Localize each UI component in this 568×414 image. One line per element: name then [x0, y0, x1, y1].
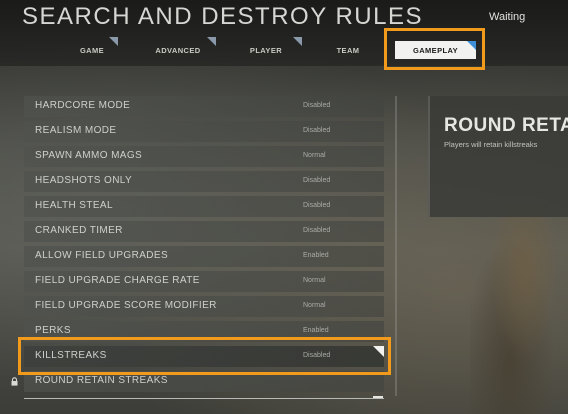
rule-row-cranked-timer[interactable]: CRANKED TIMER Disabled [24, 221, 384, 242]
rule-value: Disabled [303, 227, 331, 234]
rule-row-spawn-ammo-mags[interactable]: SPAWN AMMO MAGS Normal [24, 146, 384, 167]
rule-value: Normal [303, 302, 326, 309]
rule-value: Enabled [303, 327, 329, 334]
tab-label: ADVANCED [155, 45, 201, 55]
detail-title: ROUND RETA [444, 115, 568, 136]
tab-corner-icon [467, 41, 476, 50]
page-title: SEARCH AND DESTROY RULES [22, 3, 423, 30]
rule-row-headshots-only[interactable]: HEADSHOTS ONLY Disabled [24, 171, 384, 192]
rule-row-killstreaks[interactable]: KILLSTREAKS Disabled [24, 346, 384, 367]
tab-team[interactable]: TEAM [322, 37, 374, 63]
row-corner-icon [373, 346, 384, 357]
rule-label: HEADSHOTS ONLY [35, 175, 133, 186]
rule-row-allow-field-upgrades[interactable]: ALLOW FIELD UPGRADES Enabled [24, 246, 384, 267]
rule-value: Disabled [303, 352, 331, 359]
panel-divider [395, 96, 397, 396]
rule-label: FIELD UPGRADE SCORE MODIFIER [35, 300, 217, 311]
tab-label: TEAM [336, 45, 360, 55]
rule-row-round-retain-streaks[interactable]: ROUND RETAIN STREAKS [24, 371, 384, 392]
rule-value: Normal [303, 152, 326, 159]
rule-row-hardcore-mode[interactable]: HARDCORE MODE Disabled [24, 96, 384, 117]
tab-game[interactable]: GAME [66, 37, 118, 63]
tab-label: PLAYER [249, 45, 283, 55]
tab-player[interactable]: PLAYER [230, 37, 302, 63]
lock-icon [11, 377, 18, 386]
rule-label: HARDCORE MODE [35, 100, 131, 111]
tab-corner-icon [293, 37, 302, 46]
rule-row-field-upgrade-charge-rate[interactable]: FIELD UPGRADE CHARGE RATE Normal [24, 271, 384, 292]
rule-row-field-upgrade-score-modifier[interactable]: FIELD UPGRADE SCORE MODIFIER Normal [24, 296, 384, 317]
tab-corner-icon [109, 37, 118, 46]
rule-value: Enabled [303, 252, 329, 259]
rule-label: HEALTH STEAL [35, 200, 113, 211]
rule-label: CRANKED TIMER [35, 225, 123, 236]
rule-label: PERKS [35, 325, 71, 336]
detail-description: Players will retain killstreaks [444, 140, 538, 149]
rule-value: Normal [303, 277, 326, 284]
rule-label: SPAWN AMMO MAGS [35, 150, 143, 161]
background-soldier [470, 205, 568, 414]
rule-value: Disabled [303, 177, 331, 184]
rule-label: ROUND RETAIN STREAKS [35, 375, 168, 386]
rule-value: Disabled [303, 127, 331, 134]
rules-list: HARDCORE MODE Disabled REALISM MODE Disa… [24, 96, 384, 396]
lobby-status: Waiting [489, 11, 526, 23]
tab-gameplay[interactable]: GAMEPLAY [395, 41, 476, 59]
header-bar: SEARCH AND DESTROY RULES Waiting GAME AD… [0, 0, 568, 66]
rule-label: ALLOW FIELD UPGRADES [35, 250, 169, 261]
tab-label: GAMEPLAY [412, 45, 458, 55]
rule-row-health-steal[interactable]: HEALTH STEAL Disabled [24, 196, 384, 217]
rule-value: Disabled [303, 102, 331, 109]
rule-label: REALISM MODE [35, 125, 117, 136]
rule-value: Disabled [303, 202, 331, 209]
rule-row-realism-mode[interactable]: REALISM MODE Disabled [24, 121, 384, 142]
list-bottom-rule [24, 398, 384, 399]
rule-label: FIELD UPGRADE CHARGE RATE [35, 275, 200, 286]
row-dash-icon [373, 373, 383, 375]
tab-corner-icon [207, 37, 216, 46]
rule-detail-panel: ROUND RETA Players will retain killstrea… [428, 96, 568, 217]
rule-label: KILLSTREAKS [35, 350, 107, 361]
scroll-indicator[interactable] [373, 396, 383, 398]
rule-row-perks[interactable]: PERKS Enabled [24, 321, 384, 342]
tab-advanced[interactable]: ADVANCED [140, 37, 216, 63]
tab-label: GAME [79, 45, 105, 55]
